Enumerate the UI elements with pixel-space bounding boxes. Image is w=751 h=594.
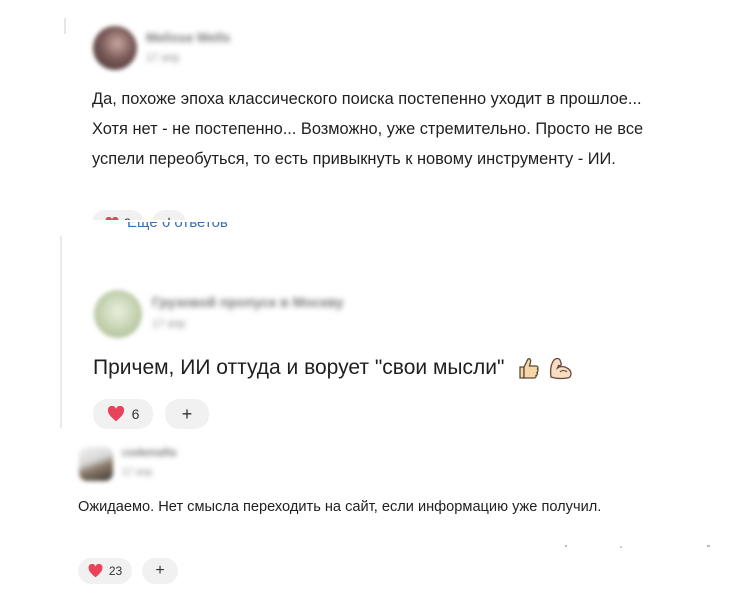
plus-icon: + <box>181 403 193 424</box>
noise-dots <box>565 545 715 549</box>
thread-line <box>60 236 62 428</box>
author-name[interactable]: Грузовой пропуск в Москву <box>152 294 344 310</box>
more-replies-label: Ещё 6 ответов <box>127 222 228 231</box>
heart-icon <box>88 564 103 578</box>
comment-text: Да, похоже эпоха классического поиска по… <box>92 90 644 168</box>
like-count: 23 <box>108 564 123 578</box>
add-reaction-button[interactable]: + <box>152 210 186 220</box>
author-name[interactable]: codemafia <box>122 447 176 459</box>
avatar[interactable] <box>94 290 142 338</box>
plus-icon: + <box>155 562 165 579</box>
heart-icon <box>107 406 124 422</box>
comment-text-row: Причем, ИИ оттуда и ворует "свои мысли" <box>93 354 574 382</box>
comment-text: Ожидаемо. Нет смысла переходить на сайт,… <box>78 499 602 515</box>
thread-line-top <box>64 18 66 34</box>
plus-icon: + <box>164 214 173 220</box>
more-replies-link[interactable]: Ещё 6 ответов <box>127 222 228 236</box>
comment-time: 17 апр <box>122 467 153 478</box>
avatar[interactable] <box>93 26 137 70</box>
author-name[interactable]: Melissa Wells <box>146 30 230 45</box>
add-reaction-button[interactable]: + <box>165 399 209 429</box>
comment-time: 17 апр <box>152 318 186 330</box>
like-button[interactable]: 6 <box>93 399 153 429</box>
comment-text: Причем, ИИ оттуда и ворует "свои мысли" <box>93 356 505 379</box>
like-count: 3 <box>124 216 131 220</box>
reactions-clipped: 3 + <box>92 210 212 220</box>
add-reaction-button[interactable]: + <box>142 558 178 584</box>
like-button[interactable]: 23 <box>78 558 132 584</box>
thumbs-up-emoji <box>519 358 539 380</box>
avatar[interactable] <box>79 447 113 481</box>
flexed-biceps-emoji <box>550 358 572 380</box>
heart-icon <box>105 216 119 220</box>
like-count: 6 <box>131 406 140 422</box>
like-button[interactable]: 3 <box>92 210 144 220</box>
comment-time: 17 апр <box>146 52 180 64</box>
